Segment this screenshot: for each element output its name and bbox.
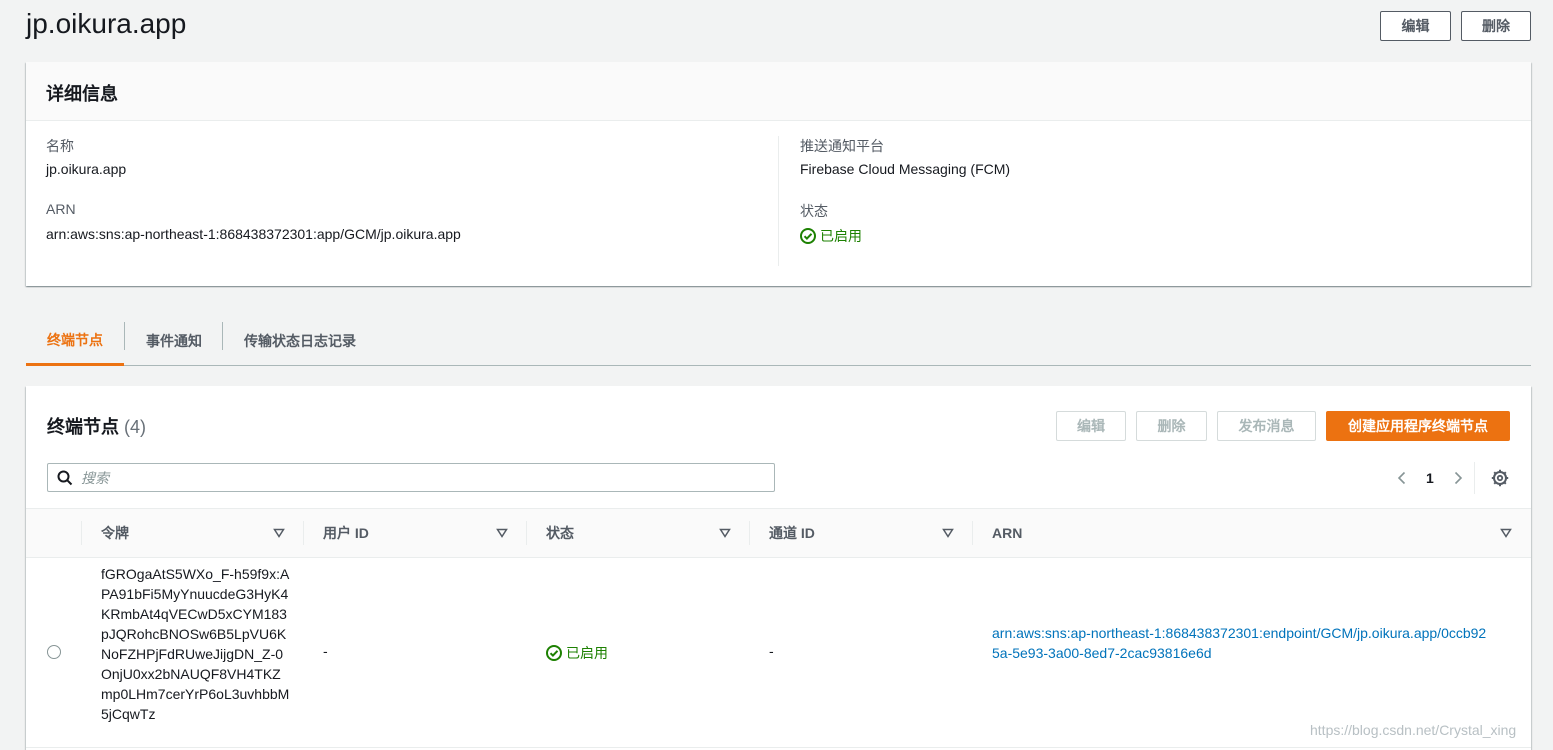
endpoint-delete-button[interactable]: 删除 [1136,411,1207,441]
check-circle-icon [800,228,816,244]
search-box[interactable] [47,463,775,492]
column-header-status[interactable]: 状态 [546,509,574,557]
chevron-right-icon[interactable] [1450,470,1466,486]
details-panel: 详细信息 名称 jp.oikura.app ARN arn:aws:sns:ap… [26,62,1531,286]
column-divider [972,521,973,545]
user-id-cell: - [323,643,328,659]
token-cell: fGROgaAtS5WXo_F-h59f9x:APA91bFi5MyYnuucd… [101,566,290,722]
watermark: https://blog.csdn.net/Crystal_xing [1310,722,1517,738]
status-field: 状态 已启用 [800,201,1500,246]
status-key: 状态 [800,203,828,219]
search-input[interactable] [81,469,761,486]
platform-value: Firebase Cloud Messaging (FCM) [800,161,1011,177]
column-header-token[interactable]: 令牌 [101,509,129,557]
details-title: 详细信息 [46,84,118,104]
tab-event-notifications[interactable]: 事件通知 [125,316,223,365]
status-cell: 已启用 [546,643,608,663]
channel-id-cell: - [769,643,774,659]
page-number[interactable]: 1 [1426,470,1434,486]
details-left-column: 名称 jp.oikura.app ARN arn:aws:sns:ap-nort… [46,136,779,266]
status-value: 已启用 [800,226,1500,246]
name-field: 名称 jp.oikura.app [46,136,778,181]
sort-down-icon[interactable] [719,527,731,539]
column-divider [303,521,304,545]
endpoints-count: (4) [124,417,147,437]
sort-down-icon[interactable] [273,527,285,539]
table-row: fGROgaAtS5WXo_F-h59f9x:APA91bFi5MyYnuucd… [26,558,1531,748]
create-endpoint-button[interactable]: 创建应用程序终端节点 [1326,411,1510,441]
delete-button[interactable]: 删除 [1461,11,1531,41]
arn-field: ARN arn:aws:sns:ap-northeast-1:868438372… [46,201,778,246]
row-select-radio[interactable] [47,645,61,659]
column-header-user-id[interactable]: 用户 ID [323,509,369,557]
table-header: 令牌 用户 ID 状态 通道 ID ARN [26,508,1531,558]
edit-button[interactable]: 编辑 [1380,11,1451,41]
endpoints-title: 终端节点 [47,417,119,437]
sort-down-icon[interactable] [496,527,508,539]
page-title: jp.oikura.app [26,8,187,39]
endpoint-edit-button[interactable]: 编辑 [1056,411,1126,441]
endpoints-panel: 终端节点 (4) 编辑 删除 发布消息 创建应用程序终端节点 1 令牌 用户 I… [26,386,1531,750]
column-header-channel-id[interactable]: 通道 ID [769,509,815,557]
sort-down-icon[interactable] [942,527,954,539]
details-header: 详细信息 [26,62,1531,121]
publish-message-button[interactable]: 发布消息 [1217,411,1316,441]
platform-field: 推送通知平台 Firebase Cloud Messaging (FCM) [800,136,1500,181]
status-cell-text: 已启用 [566,645,608,661]
pager-divider [1474,462,1475,494]
tab-delivery-status-logging[interactable]: 传输状态日志记录 [223,316,377,365]
platform-key: 推送通知平台 [800,138,884,154]
status-text: 已启用 [820,228,862,244]
name-key: 名称 [46,138,74,154]
chevron-left-icon[interactable] [1394,470,1410,486]
tab-endpoints[interactable]: 终端节点 [26,316,124,366]
name-value: jp.oikura.app [46,161,127,177]
pagination: 1 [1386,466,1474,490]
tab-bar: 终端节点 事件通知 传输状态日志记录 [26,316,1531,366]
arn-key: ARN [46,201,76,217]
column-divider [81,521,82,545]
sort-down-icon[interactable] [1500,527,1512,539]
check-circle-icon [546,645,562,661]
page-header: jp.oikura.app 编辑 删除 [26,0,1531,52]
endpoints-heading: 终端节点 (4) [47,413,146,439]
column-divider [749,521,750,545]
details-right-column: 推送通知平台 Firebase Cloud Messaging (FCM) 状态… [800,136,1500,246]
endpoint-arn-link[interactable]: arn:aws:sns:ap-northeast-1:868438372301:… [992,623,1492,663]
gear-icon[interactable] [1491,469,1509,487]
arn-value: arn:aws:sns:ap-northeast-1:868438372301:… [46,226,461,242]
column-header-arn[interactable]: ARN [992,509,1022,557]
column-divider [526,521,527,545]
search-icon [57,470,73,485]
